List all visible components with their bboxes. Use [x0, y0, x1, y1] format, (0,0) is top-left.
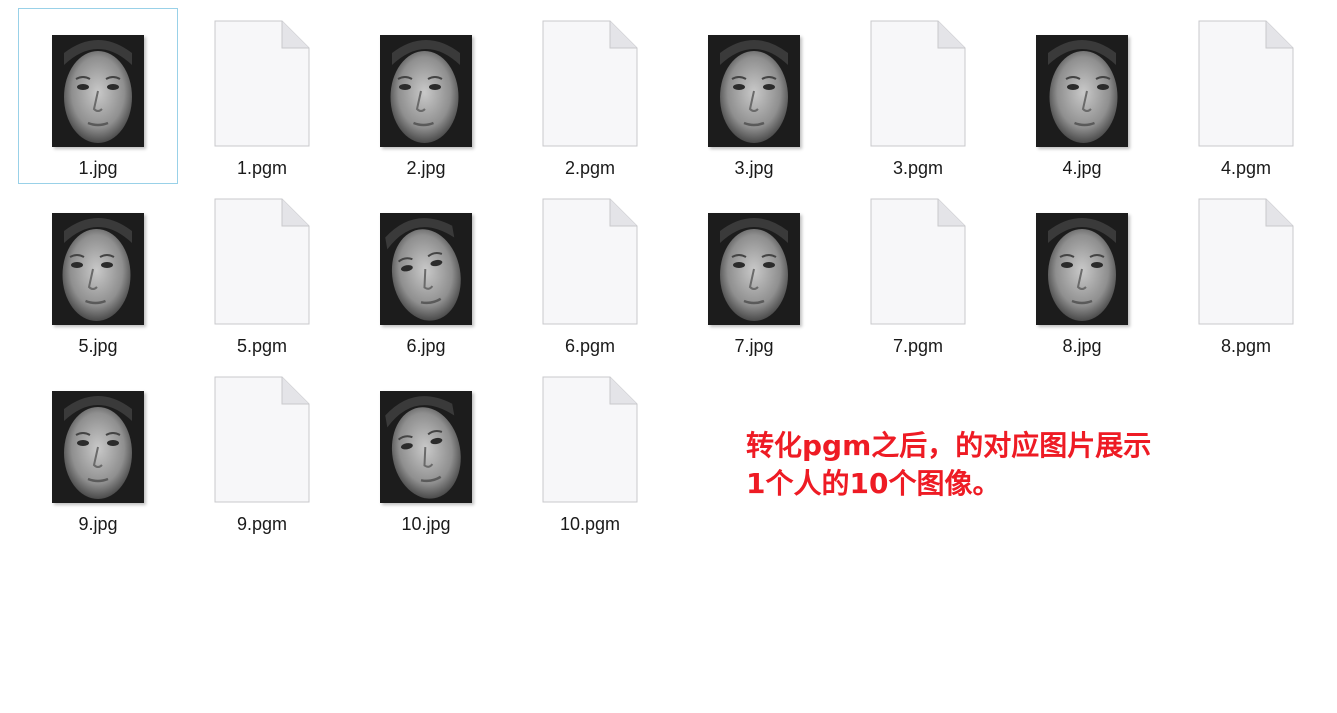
- file-name: 9.pgm: [236, 514, 288, 534]
- document-icon: [214, 187, 310, 325]
- document-icon: [1198, 187, 1294, 325]
- image-thumbnail: [1036, 35, 1128, 147]
- image-thumbnail: [52, 35, 144, 147]
- file-name: 8.jpg: [1062, 336, 1102, 356]
- file-name: 9.jpg: [78, 514, 118, 534]
- file-item[interactable]: 3.jpg: [674, 8, 834, 184]
- file-item[interactable]: 5.pgm: [182, 186, 342, 362]
- file-item[interactable]: 5.jpg: [18, 186, 178, 362]
- document-icon: [870, 9, 966, 147]
- file-item[interactable]: 8.pgm: [1166, 186, 1326, 362]
- file-name: 2.pgm: [564, 158, 616, 178]
- file-name: 3.jpg: [734, 158, 774, 178]
- file-item[interactable]: 1.jpg: [18, 8, 178, 184]
- file-name: 5.jpg: [78, 336, 118, 356]
- file-name: 10.pgm: [559, 514, 621, 534]
- annotation-text: 转化pgm之后，的对应图片展示 1个人的10个图像。: [746, 427, 1151, 503]
- image-thumbnail: [1036, 213, 1128, 325]
- file-item[interactable]: 6.jpg: [346, 186, 506, 362]
- file-name: 5.pgm: [236, 336, 288, 356]
- file-item[interactable]: 1.pgm: [182, 8, 342, 184]
- file-name: 1.pgm: [236, 158, 288, 178]
- document-icon: [214, 9, 310, 147]
- file-item[interactable]: 2.jpg: [346, 8, 506, 184]
- file-name: 7.jpg: [734, 336, 774, 356]
- image-thumbnail: [380, 35, 472, 147]
- document-icon: [1198, 9, 1294, 147]
- document-icon: [214, 365, 310, 503]
- image-thumbnail: [380, 213, 472, 325]
- file-item[interactable]: 8.jpg: [1002, 186, 1162, 362]
- document-icon: [870, 187, 966, 325]
- file-name: 4.pgm: [1220, 158, 1272, 178]
- file-item[interactable]: 7.jpg: [674, 186, 834, 362]
- file-name: 4.jpg: [1062, 158, 1102, 178]
- file-item[interactable]: 9.pgm: [182, 364, 342, 540]
- file-name: 6.jpg: [406, 336, 446, 356]
- document-icon: [542, 365, 638, 503]
- image-thumbnail: [52, 213, 144, 325]
- file-item[interactable]: 3.pgm: [838, 8, 998, 184]
- image-thumbnail: [380, 391, 472, 503]
- file-name: 8.pgm: [1220, 336, 1272, 356]
- image-thumbnail: [708, 213, 800, 325]
- file-explorer-view: 1.jpg 1.pgm 2.jpg 2.pgm 3.jpg 3.pgm 4.jp…: [0, 0, 1337, 713]
- file-item[interactable]: 10.pgm: [510, 364, 670, 540]
- file-item[interactable]: 2.pgm: [510, 8, 670, 184]
- annotation-line-1: 转化pgm之后，的对应图片展示: [746, 429, 1152, 462]
- file-name: 3.pgm: [892, 158, 944, 178]
- file-name: 10.jpg: [401, 514, 451, 534]
- document-icon: [542, 187, 638, 325]
- file-name: 1.jpg: [78, 158, 118, 178]
- file-item[interactable]: 7.pgm: [838, 186, 998, 362]
- file-item[interactable]: 6.pgm: [510, 186, 670, 362]
- file-item[interactable]: 4.pgm: [1166, 8, 1326, 184]
- file-name: 7.pgm: [892, 336, 944, 356]
- image-thumbnail: [708, 35, 800, 147]
- annotation-line-2: 1个人的10个图像。: [746, 467, 1001, 500]
- file-item[interactable]: 4.jpg: [1002, 8, 1162, 184]
- file-name: 2.jpg: [406, 158, 446, 178]
- file-item[interactable]: 10.jpg: [346, 364, 506, 540]
- image-thumbnail: [52, 391, 144, 503]
- file-name: 6.pgm: [564, 336, 616, 356]
- file-item[interactable]: 9.jpg: [18, 364, 178, 540]
- document-icon: [542, 9, 638, 147]
